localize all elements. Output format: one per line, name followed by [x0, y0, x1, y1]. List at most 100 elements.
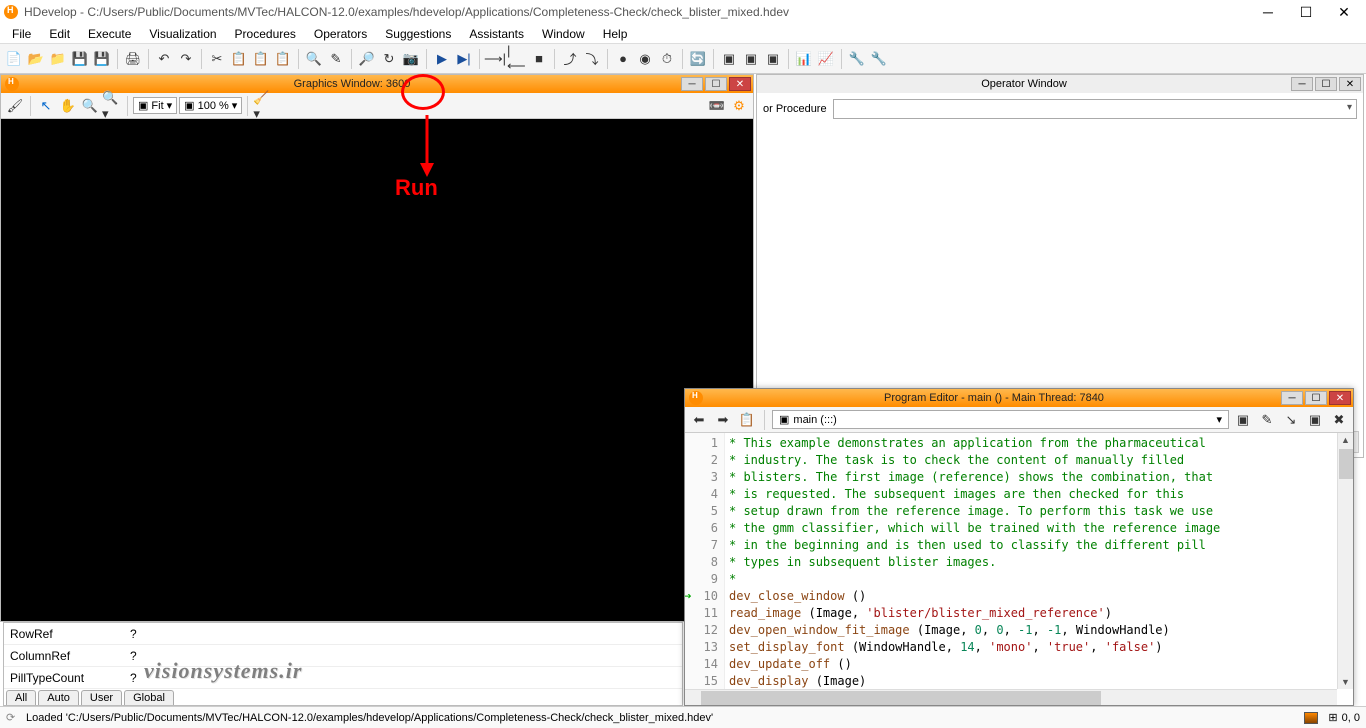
- nav-back-icon[interactable]: ⬅: [689, 410, 709, 430]
- clear-icon[interactable]: 🧹▾: [253, 96, 273, 116]
- step-forward-icon[interactable]: ⤵: [582, 49, 602, 69]
- code-line[interactable]: * the gmm classifier, which will be trai…: [729, 520, 1349, 537]
- open-icon[interactable]: 📂: [26, 49, 46, 69]
- code-lines[interactable]: * This example demonstrates an applicati…: [725, 433, 1353, 689]
- menu-assistants[interactable]: Assistants: [461, 25, 532, 43]
- pan-icon[interactable]: ✋: [58, 96, 78, 116]
- ow-maximize-button[interactable]: ☐: [1315, 77, 1337, 91]
- code-line[interactable]: * setup drawn from the reference image. …: [729, 503, 1349, 520]
- camera-icon[interactable]: 📷: [401, 49, 421, 69]
- var-name[interactable]: ColumnRef: [4, 645, 124, 667]
- menu-file[interactable]: File: [4, 25, 39, 43]
- code-area[interactable]: 123456789➔10111213141516 * This example …: [685, 433, 1353, 689]
- inspect-icon[interactable]: 🔍: [304, 49, 324, 69]
- profiler-icon[interactable]: ⏱: [657, 49, 677, 69]
- program-editor-header[interactable]: Program Editor - main () - Main Thread: …: [685, 389, 1353, 407]
- menu-operators[interactable]: Operators: [306, 25, 375, 43]
- copy-special-icon[interactable]: 📋: [273, 49, 293, 69]
- code-line[interactable]: dev_open_window_fit_image (Image, 0, 0, …: [729, 622, 1349, 639]
- run-icon[interactable]: ▶: [432, 49, 452, 69]
- menu-suggestions[interactable]: Suggestions: [377, 25, 459, 43]
- code-line[interactable]: dev_close_window (): [729, 588, 1349, 605]
- close-button[interactable]: ✕: [1334, 4, 1354, 21]
- step-over-icon[interactable]: ⟶|: [485, 49, 505, 69]
- zoom-dropdown-icon[interactable]: 🔍▾: [102, 96, 122, 116]
- fit-combo[interactable]: ▣ Fit ▾: [133, 97, 177, 114]
- open-recent-icon[interactable]: 📁: [48, 49, 68, 69]
- nav-forward-icon[interactable]: ➡: [713, 410, 733, 430]
- menu-help[interactable]: Help: [595, 25, 636, 43]
- save-icon[interactable]: 💾: [70, 49, 90, 69]
- zoom-combo[interactable]: ▣ 100 % ▾: [179, 97, 242, 114]
- code-line[interactable]: dev_update_off (): [729, 656, 1349, 673]
- pe-tool4-icon[interactable]: ▣: [1305, 410, 1325, 430]
- pe-maximize-button[interactable]: ☐: [1305, 391, 1327, 405]
- brush-icon[interactable]: 🖌: [5, 96, 25, 116]
- find-icon[interactable]: 🔎: [357, 49, 377, 69]
- var-name[interactable]: PillTypeCount: [4, 667, 124, 689]
- code-line[interactable]: dev_display (Image): [729, 673, 1349, 689]
- window3-icon[interactable]: ▣: [763, 49, 783, 69]
- operator-window-header[interactable]: Operator Window ─ ☐ ✕: [757, 75, 1363, 93]
- redo-icon[interactable]: ↷: [176, 49, 196, 69]
- menu-visualization[interactable]: Visualization: [141, 25, 224, 43]
- pe-tool5-icon[interactable]: ✖: [1329, 410, 1349, 430]
- rerun-icon[interactable]: ↻: [379, 49, 399, 69]
- pe-tool1-icon[interactable]: ▣: [1233, 410, 1253, 430]
- pe-close-button[interactable]: ✕: [1329, 391, 1351, 405]
- undo-icon[interactable]: ↶: [154, 49, 174, 69]
- procedure-combo[interactable]: ▣ main (:::)▾: [772, 410, 1229, 429]
- scrollbar-thumb[interactable]: [701, 691, 1101, 705]
- code-line[interactable]: set_display_font (WindowHandle, 14, 'mon…: [729, 639, 1349, 656]
- operator-combo[interactable]: [833, 99, 1357, 119]
- code-line[interactable]: * This example demonstrates an applicati…: [729, 435, 1349, 452]
- cut-icon[interactable]: ✂: [207, 49, 227, 69]
- code-line[interactable]: * is requested. The subsequent images ar…: [729, 486, 1349, 503]
- tab-auto[interactable]: Auto: [38, 690, 79, 705]
- window2-icon[interactable]: ▣: [741, 49, 761, 69]
- vertical-scrollbar[interactable]: ▲ ▼: [1337, 433, 1353, 689]
- save-all-icon[interactable]: 💾: [92, 49, 112, 69]
- run-step-icon[interactable]: ▶|: [454, 49, 474, 69]
- menu-window[interactable]: Window: [534, 25, 593, 43]
- pe-tool3-icon[interactable]: ↘: [1281, 410, 1301, 430]
- code-line[interactable]: * blisters. The first image (reference) …: [729, 469, 1349, 486]
- code-line[interactable]: * in the beginning and is then used to c…: [729, 537, 1349, 554]
- asst1-icon[interactable]: 🔧: [847, 49, 867, 69]
- edit-icon[interactable]: ✎: [326, 49, 346, 69]
- menu-procedures[interactable]: Procedures: [227, 25, 304, 43]
- tab-user[interactable]: User: [81, 690, 122, 705]
- menu-edit[interactable]: Edit: [41, 25, 78, 43]
- breakpoint-icon[interactable]: ●: [613, 49, 633, 69]
- chart1-icon[interactable]: 📊: [794, 49, 814, 69]
- code-line[interactable]: * types in subsequent blister images.: [729, 554, 1349, 571]
- reset-icon[interactable]: 🔄: [688, 49, 708, 69]
- var-value[interactable]: ?: [124, 623, 682, 645]
- filter-icon[interactable]: 📋: [737, 410, 757, 430]
- code-line[interactable]: read_image (Image, 'blister/blister_mixe…: [729, 605, 1349, 622]
- step-out-icon[interactable]: ⤴: [560, 49, 580, 69]
- step-into-icon[interactable]: |⟵: [507, 49, 527, 69]
- new-icon[interactable]: 📄: [4, 49, 24, 69]
- stop-icon[interactable]: ■: [529, 49, 549, 69]
- paste-icon[interactable]: 📋: [251, 49, 271, 69]
- window1-icon[interactable]: ▣: [719, 49, 739, 69]
- pe-tool2-icon[interactable]: ✎: [1257, 410, 1277, 430]
- pe-minimize-button[interactable]: ─: [1281, 391, 1303, 405]
- maximize-button[interactable]: ☐: [1296, 4, 1316, 21]
- graphics-canvas[interactable]: Run: [1, 119, 753, 621]
- var-name[interactable]: RowRef: [4, 623, 124, 645]
- chart2-icon[interactable]: 📈: [816, 49, 836, 69]
- tab-global[interactable]: Global: [124, 690, 174, 705]
- menu-execute[interactable]: Execute: [80, 25, 139, 43]
- code-line[interactable]: *: [729, 571, 1349, 588]
- zoom-in-icon[interactable]: 🔍: [80, 96, 100, 116]
- scrollbar-thumb[interactable]: [1339, 449, 1353, 479]
- gw-close-button[interactable]: ✕: [729, 77, 751, 91]
- tab-all[interactable]: All: [6, 690, 36, 705]
- copy-icon[interactable]: 📋: [229, 49, 249, 69]
- gw-maximize-button[interactable]: ☐: [705, 77, 727, 91]
- settings-icon[interactable]: ⚙: [729, 96, 749, 116]
- print-icon[interactable]: 🖨: [123, 49, 143, 69]
- breakpoint-all-icon[interactable]: ◉: [635, 49, 655, 69]
